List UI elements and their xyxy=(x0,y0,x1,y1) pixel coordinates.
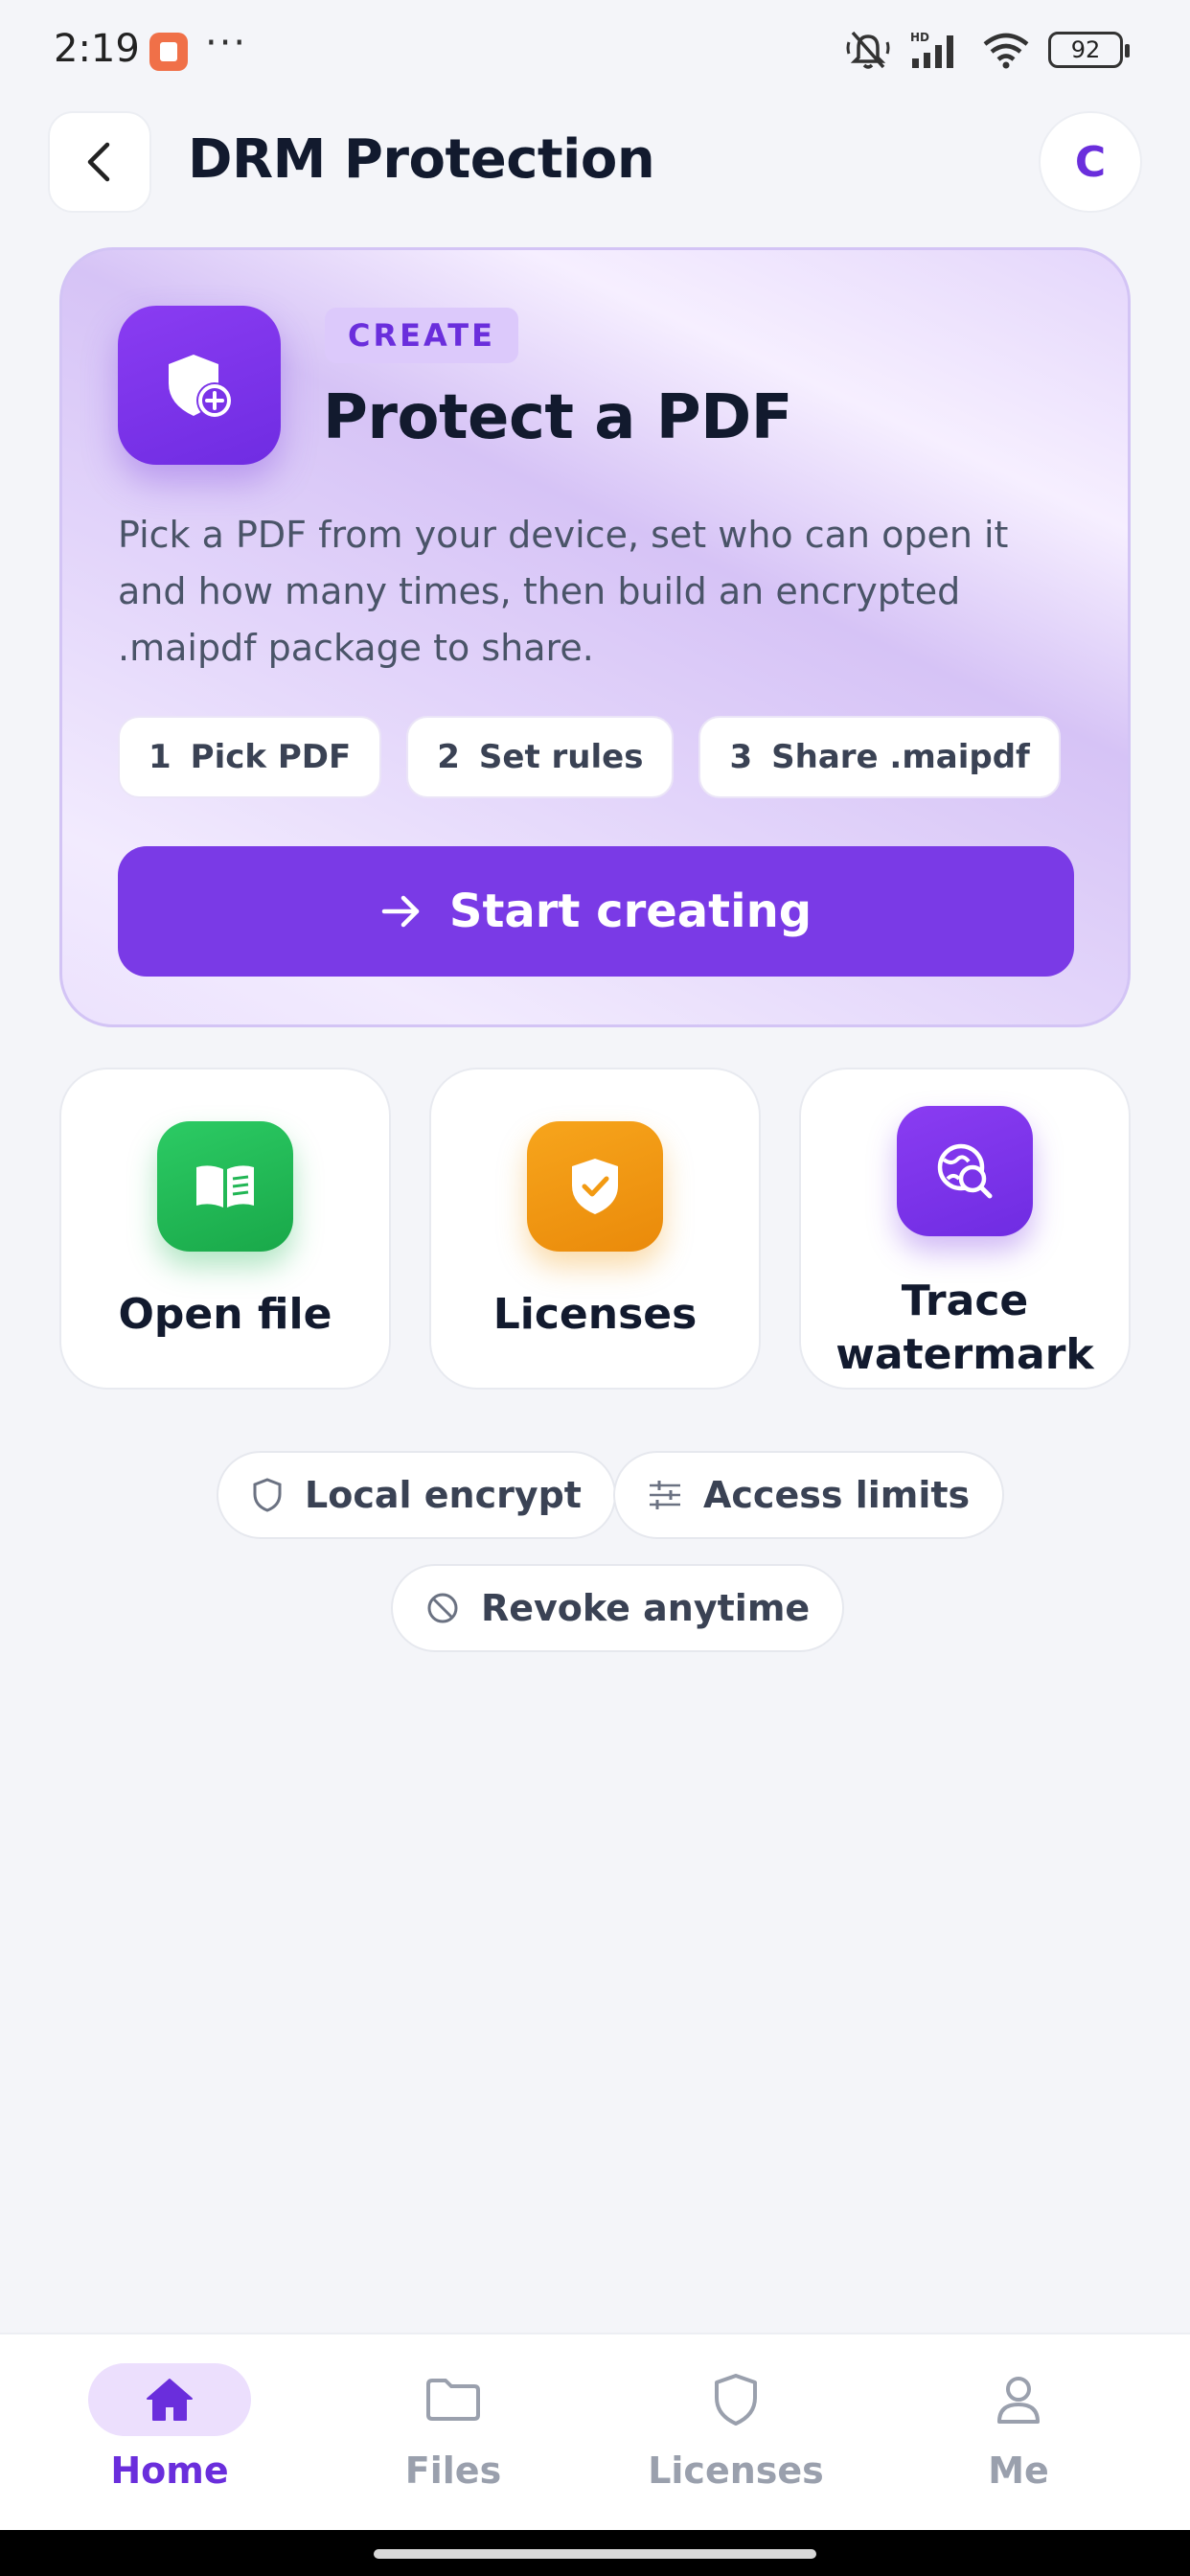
licenses-label: Licenses xyxy=(492,1290,698,1339)
status-time: 2:19 xyxy=(54,27,140,71)
feature-pill-access-limits: Access limits xyxy=(613,1451,1005,1539)
nav-label: Licenses xyxy=(648,2450,824,2492)
step-number: 2 xyxy=(437,738,460,776)
shield-check-icon xyxy=(572,1159,618,1214)
feature-label: Access limits xyxy=(703,1474,971,1516)
feature-label: Local encrypt xyxy=(305,1474,582,1516)
step-label: Set rules xyxy=(478,738,644,776)
ban-icon xyxy=(427,1593,458,1623)
status-bar: 2:19 ··· HD 92 xyxy=(0,0,1190,105)
globe-search-icon xyxy=(937,1143,993,1199)
arrow-right-icon xyxy=(381,895,420,928)
nav-item-me[interactable]: Me xyxy=(913,2363,1124,2517)
start-creating-button[interactable]: Start creating xyxy=(118,846,1074,977)
shield-outline-icon xyxy=(715,2374,757,2426)
signal-icon: HD xyxy=(910,31,953,68)
open-file-tile[interactable]: Open file xyxy=(59,1068,391,1390)
step-chip-set-rules: 2 Set rules xyxy=(406,716,675,798)
notification-app-icon xyxy=(149,33,188,71)
nav-icon-wrap xyxy=(937,2363,1100,2436)
create-icon-tile xyxy=(118,306,281,465)
nav-label: Me xyxy=(988,2450,1049,2492)
start-creating-label: Start creating xyxy=(448,885,812,938)
nav-icon-wrap xyxy=(372,2363,535,2436)
step-chip-pick-pdf: 1 Pick PDF xyxy=(118,716,382,798)
mute-icon xyxy=(846,31,890,69)
step-number: 3 xyxy=(729,738,753,776)
nav-label: Files xyxy=(404,2450,502,2492)
licenses-tile[interactable]: Licenses xyxy=(429,1068,761,1390)
folder-icon xyxy=(426,2379,480,2421)
step-chip-share: 3 Share .maipdf xyxy=(698,716,1061,798)
feature-pill-local-encrypt: Local encrypt xyxy=(217,1451,616,1539)
status-more-dots: ··· xyxy=(205,21,248,65)
nav-item-files[interactable]: Files xyxy=(348,2363,559,2517)
step-label: Share .maipdf xyxy=(771,738,1030,776)
create-description: Pick a PDF from your device, set who can… xyxy=(118,514,1009,669)
step-number: 1 xyxy=(149,738,172,776)
licenses-icon-tile xyxy=(527,1121,663,1252)
book-open-icon xyxy=(196,1165,254,1208)
nav-icon-wrap xyxy=(88,2363,251,2436)
shield-outline-icon xyxy=(253,1478,282,1512)
create-badge: CREATE xyxy=(325,308,518,363)
open-file-icon-tile xyxy=(157,1121,293,1252)
page-title: DRM Protection xyxy=(188,128,655,191)
steps-row: 1 Pick PDF 2 Set rules 3 Share .maipdf xyxy=(118,716,1061,798)
nav-icon-wrap xyxy=(654,2363,817,2436)
gesture-bar xyxy=(0,2530,1190,2576)
create-card: CREATE Protect a PDF Pick a PDF from you… xyxy=(59,247,1131,1027)
wifi-icon xyxy=(983,33,1029,69)
step-label: Pick PDF xyxy=(190,738,352,776)
feature-label: Revoke anytime xyxy=(481,1587,811,1629)
svg-text:HD: HD xyxy=(910,31,929,44)
create-title: Protect a PDF xyxy=(323,382,792,453)
user-icon xyxy=(997,2377,1040,2424)
gesture-handle[interactable] xyxy=(374,2549,816,2559)
battery-indicator: 92 xyxy=(1048,32,1130,68)
shield-plus-icon xyxy=(169,355,233,419)
back-button[interactable] xyxy=(48,111,151,213)
chevron-left-icon xyxy=(87,142,110,182)
trace-watermark-label-line1: Trace xyxy=(901,1276,1029,1325)
trace-watermark-icon-tile xyxy=(897,1106,1033,1236)
sliders-icon xyxy=(650,1481,680,1509)
feature-pill-revoke-anytime: Revoke anytime xyxy=(391,1564,845,1652)
nav-item-licenses[interactable]: Licenses xyxy=(630,2363,841,2517)
nav-item-home[interactable]: Home xyxy=(64,2363,275,2517)
trace-watermark-label: Trace watermark xyxy=(801,1275,1129,1382)
trace-watermark-tile[interactable]: Trace watermark xyxy=(799,1068,1131,1390)
status-indicators: HD 92 xyxy=(845,29,1130,71)
home-icon xyxy=(147,2379,193,2421)
avatar-button[interactable]: C xyxy=(1039,111,1142,213)
bottom-nav: Home Files Licenses Me xyxy=(0,2333,1190,2530)
open-file-label: Open file xyxy=(118,1290,332,1339)
trace-watermark-label-line2: watermark xyxy=(835,1330,1094,1379)
nav-label: Home xyxy=(110,2450,229,2492)
